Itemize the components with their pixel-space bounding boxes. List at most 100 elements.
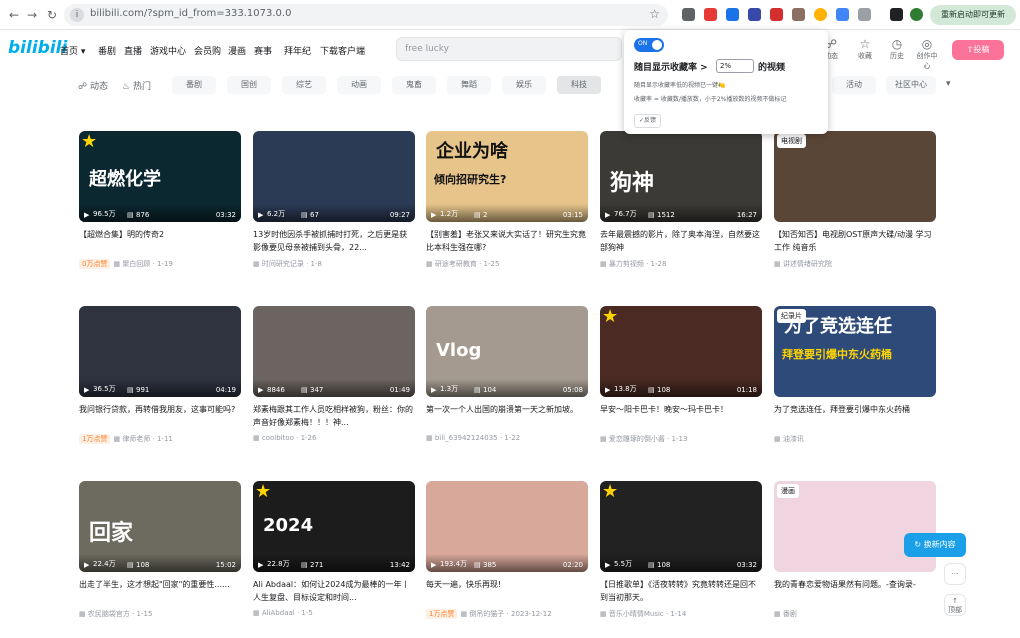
video-author[interactable]: 番剧	[783, 610, 797, 618]
channel-dynamic[interactable]: ☍ 动态	[78, 79, 108, 92]
video-thumbnail[interactable]: 企业为啥 倾向招研究生? ▶ 1.2万 ▤ 2 03:15	[426, 131, 588, 222]
nav-download[interactable]: 下载客户端	[320, 44, 365, 57]
extension-icon[interactable]	[814, 8, 827, 21]
site-info-icon[interactable]: i	[70, 8, 84, 22]
extension-icon[interactable]	[748, 8, 761, 21]
history-button[interactable]: ◷ 历史	[884, 37, 910, 61]
threshold-select[interactable]: 2%	[716, 59, 754, 73]
video-author[interactable]: 律师老师 · 1-11	[122, 435, 173, 443]
chip-activity[interactable]: 活动	[832, 76, 876, 94]
video-title[interactable]: 出走了半生，这才想起"回家"的重要性......	[79, 578, 241, 604]
channel-hot[interactable]: ♨ 热门	[122, 79, 151, 92]
back-to-top-button[interactable]: ↑ 顶部	[944, 594, 966, 616]
bookmark-star-icon[interactable]: ☆	[649, 7, 660, 21]
video-thumbnail[interactable]: 电视剧	[774, 131, 936, 222]
video-title[interactable]: Ali Abdaal：如何让2024成为最棒的一年丨人生复盘、目标设定和时间..…	[253, 578, 415, 604]
extension-icon[interactable]	[770, 8, 783, 21]
video-author[interactable]: 讲述情绪研究院	[783, 260, 832, 268]
video-thumbnail[interactable]: 狗神 ▶ 76.7万 ▤ 1512 16:27	[600, 131, 762, 222]
video-thumbnail[interactable]: ▶ 193.4万 ▤ 385 02:20	[426, 481, 588, 572]
video-thumbnail[interactable]: ▶ 6.2万 ▤ 67 09:27	[253, 131, 415, 222]
video-thumbnail[interactable]: 漫画	[774, 481, 936, 572]
video-title[interactable]: 郑素梅跟其工作人员吃相样被狗，粉丝：你的声音好像郑素梅！！！神...	[253, 403, 415, 429]
video-title[interactable]: 【超燃合集】明的传奇2	[79, 228, 241, 254]
nav-manga[interactable]: 漫画	[228, 44, 246, 57]
video-title[interactable]: 【日推歌单】《活夜转转》究竟转转还是回不到当初那天。	[600, 578, 762, 604]
nav-match[interactable]: 赛事	[254, 44, 272, 57]
video-title[interactable]: 我的青春恋爱物语果然有问题。-查询录-	[774, 578, 936, 604]
video-title[interactable]: 为了竞选连任，拜登要引爆中东火药桶	[774, 403, 936, 429]
video-author[interactable]: bili_63942124035 · 1-22	[435, 434, 520, 442]
nav-bangumi[interactable]: 番剧	[98, 44, 116, 57]
video-author[interactable]: coolbitoo · 1-26	[262, 434, 317, 442]
video-title[interactable]: 我问银行贷款，再转借我朋友，这事可能吗?	[79, 403, 241, 429]
chip-kichiku[interactable]: 鬼畜	[392, 76, 436, 94]
upload-button[interactable]: ⇧投稿	[952, 40, 1004, 60]
video-author[interactable]: 聚白回顾 · 1-19	[122, 260, 173, 268]
video-stats: ▶ 76.7万 ▤ 1512 16:27	[600, 204, 762, 222]
creator-center-button[interactable]: ◎ 创作中心	[914, 37, 940, 71]
update-button[interactable]: 重新启动即可更新	[930, 5, 1016, 25]
video-author[interactable]: 爱恋雕琢的倒小酱 · 1-13	[609, 435, 688, 443]
bilibili-logo[interactable]: bilibili	[8, 38, 67, 58]
video-title[interactable]: 【知否知否】电视剧OST原声大碟/动漫 学习 工作 纯音乐	[774, 228, 936, 254]
video-thumbnail[interactable]: 超燃化学 ★ ▶ 96.5万 ▤ 876 03:32	[79, 131, 241, 222]
extension-icon[interactable]	[704, 8, 717, 21]
search-input[interactable]: free lucky	[396, 37, 622, 61]
video-thumbnail[interactable]: 为了竞选连任 拜登要引爆中东火药桶 纪录片	[774, 306, 936, 397]
puzzle-icon[interactable]	[858, 8, 871, 21]
nav-live[interactable]: 直播	[124, 44, 142, 57]
address-bar[interactable]: i bilibili.com/?spm_id_from=333.1073.0.0…	[64, 4, 668, 26]
refresh-content-button[interactable]: ↻ 换新内容	[904, 533, 966, 557]
nav-home[interactable]: 首页 ▾	[60, 44, 85, 57]
video-title[interactable]: 早安～阳卡巴卡！晚安～玛卡巴卡！	[600, 403, 762, 429]
extension-icon[interactable]	[682, 8, 695, 21]
chevron-down-icon[interactable]: ▾	[946, 79, 951, 89]
rule-prefix: 随目显示收藏率 >	[634, 63, 708, 73]
favorites-button[interactable]: ☆ 收藏	[852, 37, 878, 61]
video-author[interactable]: 油漆讯	[783, 435, 804, 443]
nav-game[interactable]: 游戏中心	[150, 44, 186, 57]
video-title[interactable]: 每天一遍，快乐再现!	[426, 578, 588, 604]
video-thumbnail[interactable]: 回家 ▶ 22.4万 ▤ 108 15:02	[79, 481, 241, 572]
video-author[interactable]: AliAbdaal · 1-5	[262, 609, 313, 617]
extension-icon[interactable]	[726, 8, 739, 21]
back-icon[interactable]: ←	[6, 7, 22, 23]
sidepanel-icon[interactable]	[890, 8, 903, 21]
reload-icon[interactable]: ↻	[44, 7, 60, 23]
video-title[interactable]: 去年最震撼的影片，除了奥本海涅，自然要这部狗神	[600, 228, 762, 254]
chip-tech[interactable]: 科技	[557, 76, 601, 94]
chip-dance[interactable]: 舞蹈	[447, 76, 491, 94]
video-author[interactable]: 暴力剪视频 · 1-28	[609, 260, 667, 268]
video-title[interactable]: 13岁时他因杀手被抓捕时打死，之后更是获影像要见母亲被捕到头骨，22...	[253, 228, 415, 254]
video-title[interactable]: 【别害羞】老张又来说大实话了！研究生究竟比本科生强在哪?	[426, 228, 588, 254]
translate-icon[interactable]	[836, 8, 849, 21]
extension-icon[interactable]	[792, 8, 805, 21]
video-author[interactable]: 倒吊的猫子 · 2023-12-12	[469, 610, 551, 618]
video-thumbnail[interactable]: Vlog ▶ 1.3万 ▤ 104 05:08	[426, 306, 588, 397]
video-author[interactable]: 音乐小晴情Music · 1-14	[609, 610, 686, 618]
feedback-button[interactable]: ✓反馈	[634, 114, 662, 128]
more-button[interactable]: ···	[944, 563, 966, 585]
chip-entertainment[interactable]: 娱乐	[502, 76, 546, 94]
chip-variety[interactable]: 综艺	[282, 76, 326, 94]
chip-community[interactable]: 社区中心	[886, 76, 936, 94]
video-author[interactable]: 研途考研教育 · 1-25	[435, 260, 500, 268]
nav-newyear[interactable]: 拜年纪	[284, 44, 311, 57]
video-thumbnail[interactable]: 2024 ★ ▶ 22.8万 ▤ 271 13:42	[253, 481, 415, 572]
enable-toggle[interactable]: ON	[634, 38, 664, 52]
video-thumbnail[interactable]: ★ ▶ 5.5万 ▤ 108 03:32	[600, 481, 762, 572]
video-thumbnail[interactable]: ▶ 36.5万 ▤ 991 04:19	[79, 306, 241, 397]
video-author[interactable]: 农民脑袋官方 · 1-15	[88, 610, 153, 618]
forward-icon[interactable]: →	[24, 7, 40, 23]
video-author[interactable]: 时间研究记录 · 1-8	[262, 260, 322, 268]
profile-avatar[interactable]	[910, 8, 923, 21]
nav-shop[interactable]: 会员购	[194, 44, 221, 57]
chip-guochuang[interactable]: 国创	[227, 76, 271, 94]
video-thumbnail[interactable]: ▶ 8846 ▤ 347 01:49	[253, 306, 415, 397]
video-stats: ▶ 22.8万 ▤ 271 13:42	[253, 554, 415, 572]
chip-bangumi[interactable]: 番剧	[172, 76, 216, 94]
chip-animation[interactable]: 动画	[337, 76, 381, 94]
video-title[interactable]: 第一次一个人出国的崩溃第一天之新加坡。	[426, 403, 588, 429]
video-thumbnail[interactable]: ★ ▶ 13.8万 ▤ 108 01:18	[600, 306, 762, 397]
